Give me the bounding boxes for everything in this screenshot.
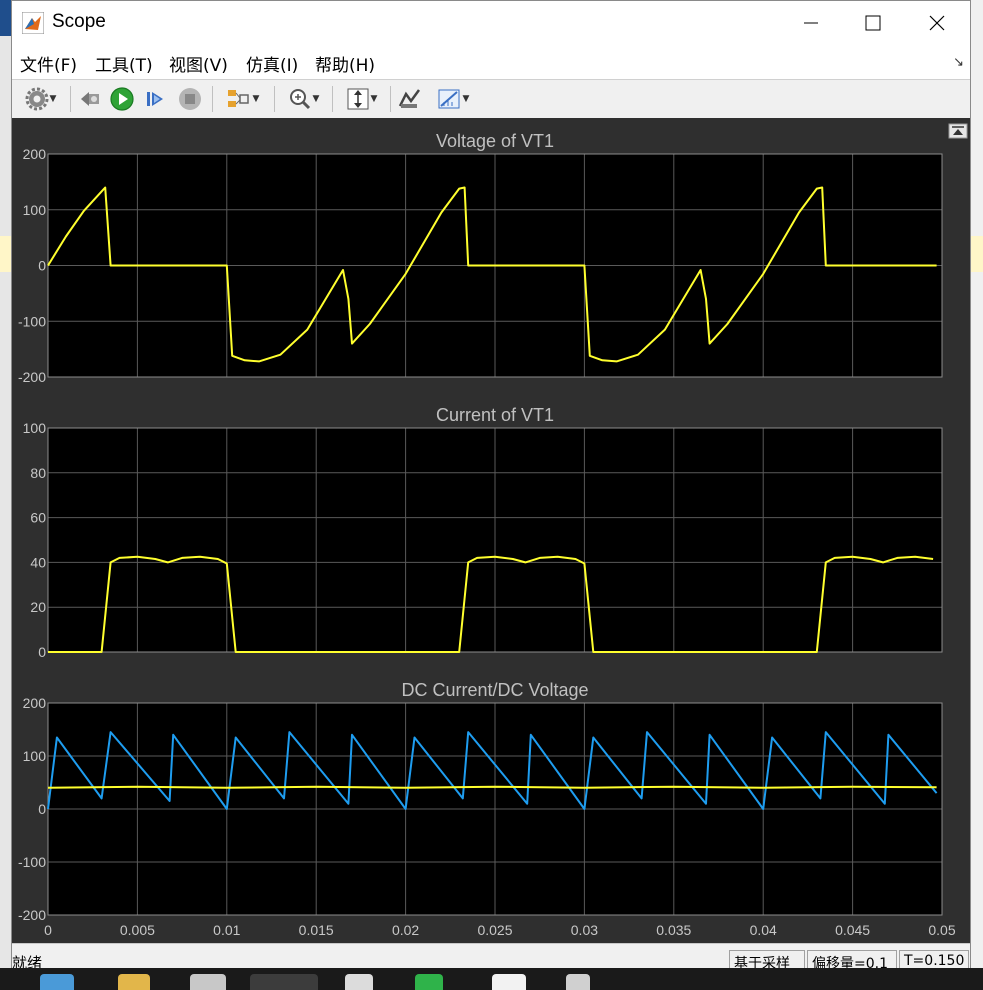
style-button[interactable] — [396, 85, 424, 113]
title-bar[interactable]: Scope — [12, 1, 970, 45]
taskbar-wechat-icon[interactable] — [415, 974, 443, 990]
step-forward-icon — [147, 92, 163, 106]
undock-arrow-icon[interactable]: ↘ — [953, 55, 964, 70]
plot-title: Voltage of VT1 — [436, 131, 554, 151]
zoom-button[interactable]: ▼ — [280, 85, 326, 113]
maximize-icon — [865, 15, 881, 31]
y-tick-label: 200 — [23, 695, 47, 711]
close-icon — [929, 15, 945, 31]
window-title: Scope — [52, 11, 106, 32]
stop-button[interactable] — [176, 85, 204, 113]
restore-icon — [81, 92, 99, 106]
menu-simulation[interactable]: 仿真(I) — [246, 51, 298, 76]
x-tick-label: 0.01 — [213, 922, 240, 938]
minimize-icon — [804, 22, 818, 24]
taskbar-qq-icon[interactable] — [492, 974, 526, 990]
series-line-2 — [47, 785, 937, 789]
restore-button[interactable] — [76, 85, 104, 113]
y-tick-label: 100 — [23, 202, 47, 218]
y-tick-label: 100 — [23, 420, 47, 436]
autoscale-button[interactable]: ▼ — [338, 85, 384, 113]
taskbar-document-icon[interactable] — [190, 974, 226, 990]
axes-3[interactable]: DC Current/DC Voltage 0 0.005 0.01 0.015 0.02… — [18, 680, 956, 938]
menu-help[interactable]: 帮助(H) — [315, 51, 375, 76]
x-tick-label: 0.045 — [835, 922, 870, 938]
matlab-icon — [22, 12, 44, 34]
y-tick-label: 40 — [30, 554, 46, 570]
y-tick-label: 80 — [30, 465, 46, 481]
status-bar: 就绪 基于采样 偏移量=0.1 T=0.150 — [12, 943, 970, 972]
x-tick-label: 0.015 — [299, 922, 334, 938]
plot-title: Current of VT1 — [436, 405, 554, 425]
settings-button[interactable]: ▼ — [18, 85, 62, 113]
y-tick-label: 20 — [30, 599, 46, 615]
signal-selector-icon — [227, 90, 249, 107]
x-tick-label: 0.05 — [928, 922, 955, 938]
step-forward-button[interactable] — [142, 85, 170, 113]
y-tick-label: 0 — [38, 258, 46, 274]
sampling-mode: 基于采样 — [729, 950, 805, 969]
taskbar-app-icon[interactable] — [40, 974, 74, 990]
menu-file[interactable]: 文件(F) — [20, 51, 77, 76]
x-tick-label: 0.035 — [656, 922, 691, 938]
minimize-button[interactable] — [780, 1, 842, 45]
y-tick-label: -200 — [18, 369, 46, 385]
y-tick-label: 100 — [23, 748, 47, 764]
taskbar — [0, 968, 983, 990]
gear-icon — [25, 87, 49, 111]
taskbar-matlab-icon[interactable] — [250, 974, 318, 990]
taskbar-settings-icon[interactable] — [566, 974, 590, 990]
y-tick-label: -100 — [18, 854, 46, 870]
background-window-right — [971, 0, 983, 990]
toolbar: ▼ ▼ ▼ ▼ ▼ — [12, 79, 970, 119]
close-button[interactable] — [906, 1, 968, 45]
menu-bar: 文件(F) 工具(T) 视图(V) 仿真(I) 帮助(H) ↘ — [12, 45, 970, 79]
y-tick-label: -200 — [18, 907, 46, 923]
x-tick-label: 0.04 — [750, 922, 777, 938]
y-tick-label: 60 — [30, 510, 46, 526]
x-tick-label: 0.03 — [571, 922, 598, 938]
cursor-measure-icon — [438, 89, 460, 109]
style-icon — [398, 89, 421, 108]
x-tick-label: 0.02 — [392, 922, 419, 938]
measurements-button[interactable]: ▼ — [428, 85, 476, 113]
autoscale-icon — [347, 88, 369, 110]
menu-tools[interactable]: 工具(T) — [95, 51, 153, 76]
undock-plot-icon[interactable] — [948, 123, 968, 139]
axes-1[interactable]: Voltage of VT1 -200 -100 0 100 200 — [18, 131, 943, 385]
taskbar-folder-icon[interactable] — [118, 974, 150, 990]
run-button[interactable] — [108, 85, 136, 113]
offset-value: 偏移量=0.1 — [807, 950, 897, 969]
plot-title: DC Current/DC Voltage — [401, 680, 588, 700]
y-tick-label: 200 — [23, 146, 47, 162]
y-tick-label: 0 — [38, 801, 46, 817]
scope-plots: Voltage of VT1-200-1000100200 Current of… — [18, 123, 968, 938]
maximize-button[interactable] — [842, 1, 904, 45]
time-value: T=0.150 — [899, 950, 969, 969]
y-tick-label: -100 — [18, 313, 46, 329]
x-tick-label: 0 — [44, 922, 52, 938]
scope-display[interactable]: Voltage of VT1 -200 -100 0 100 200 Current of… — [12, 118, 970, 943]
taskbar-notepad-icon[interactable] — [345, 974, 373, 990]
x-tick-label: 0.025 — [477, 922, 512, 938]
axes-2[interactable]: Current of VT1 0 20 40 60 80 100 — [23, 405, 943, 660]
signal-selector-button[interactable]: ▼ — [218, 85, 266, 113]
zoom-icon — [289, 89, 310, 110]
menu-view[interactable]: 视图(V) — [169, 51, 228, 76]
run-icon — [110, 87, 134, 111]
stop-icon — [179, 88, 201, 110]
y-tick-label: 0 — [38, 644, 46, 660]
x-tick-label: 0.005 — [120, 922, 155, 938]
scope-window: Scope 文件(F) 工具(T) 视图(V) 仿真(I) 帮助(H) ↘ ▼ — [11, 0, 971, 972]
